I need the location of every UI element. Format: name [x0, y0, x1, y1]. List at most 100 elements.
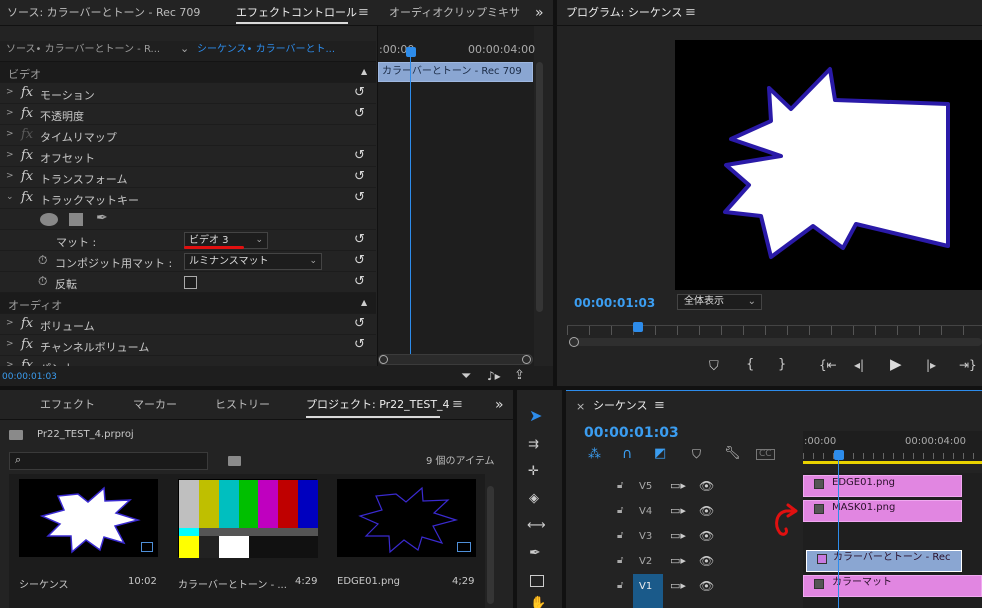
linked-selection-icon[interactable]: ◩ [654, 447, 666, 460]
panel-menu-icon[interactable]: ≡ [358, 0, 369, 26]
reverse-checkbox[interactable] [184, 276, 197, 289]
effect-row-time-remap[interactable]: > fx タイムリマップ [0, 125, 376, 146]
composite-matte-dropdown[interactable]: ルミナンスマット ⌄ [184, 253, 322, 270]
go-to-out-icon[interactable]: ⇥} [959, 359, 977, 371]
fx-icon[interactable]: fx [21, 316, 33, 331]
stopwatch-icon[interactable]: ⏱ [38, 275, 47, 287]
effect-row-transform[interactable]: > fx トランスフォーム ↺ [0, 167, 376, 188]
add-marker-icon[interactable]: ⛉ [709, 360, 719, 373]
reset-icon[interactable]: ↺ [354, 106, 365, 121]
lock-icon[interactable]: 🔓︎ [617, 556, 623, 566]
eye-icon[interactable]: 👁︎ [699, 580, 714, 592]
chevron-right-icon[interactable]: > [6, 150, 14, 160]
chevron-right-icon[interactable]: > [6, 339, 14, 349]
chevron-right-icon[interactable]: > [6, 129, 14, 139]
program-title[interactable]: プログラム: シーケンス [566, 0, 682, 26]
fx-icon[interactable]: fx [21, 190, 33, 205]
effect-row-opacity[interactable]: > fx 不透明度 ↺ [0, 104, 376, 125]
effect-row-offset[interactable]: > fx オフセット ↺ [0, 146, 376, 167]
pen-mask-icon[interactable]: ✒ [96, 211, 108, 225]
reset-icon[interactable]: ↺ [354, 169, 365, 184]
ripple-edit-tool-icon[interactable]: ✛ [528, 465, 539, 478]
tab-history[interactable]: ヒストリー [215, 392, 270, 418]
thumbnail-color-bars[interactable] [178, 479, 318, 558]
project-scrollbar[interactable] [487, 486, 494, 604]
thumbnail-edge01[interactable] [337, 479, 476, 557]
clip-color-matte[interactable]: カラーマット [803, 575, 982, 597]
track-label-v5[interactable]: V5 [639, 482, 652, 492]
ec-vertical-scrollbar[interactable] [536, 62, 543, 312]
ec-clip-bar[interactable]: カラーバーとトーン - Rec 709 [378, 62, 533, 82]
lock-icon[interactable]: 🔓︎ [617, 531, 623, 541]
timeline-playhead-handle[interactable] [834, 450, 844, 460]
film-icon[interactable]: ▭▸ [670, 505, 686, 516]
eye-icon[interactable]: 👁︎ [699, 530, 714, 542]
panel-menu-icon[interactable]: ≡ [654, 399, 665, 412]
panel-menu-icon[interactable]: ≡ [685, 0, 696, 26]
chevron-down-icon[interactable]: ⌄ [180, 43, 189, 54]
reset-icon[interactable]: ↺ [354, 148, 365, 163]
slip-tool-icon[interactable]: ⟷ [527, 519, 546, 532]
effect-row-motion[interactable]: > fx モーション ↺ [0, 83, 376, 104]
scroll-handle-right-icon[interactable] [522, 355, 531, 364]
tab-project[interactable]: プロジェクト: Pr22_TEST_4 [306, 392, 450, 418]
selection-tool-icon[interactable]: ➤ [529, 408, 542, 424]
clip-color-bars[interactable]: カラーバーとトーン - Rec [806, 550, 962, 572]
mark-out-icon[interactable]: } [778, 358, 786, 371]
tab-effects[interactable]: エフェクト [40, 392, 95, 418]
go-to-in-icon[interactable]: {⇤ [819, 359, 837, 371]
collapse-up-icon[interactable]: ▲ [361, 299, 367, 307]
reset-icon[interactable]: ↺ [354, 253, 365, 268]
track-label-v4[interactable]: V4 [639, 507, 652, 517]
tab-source[interactable]: ソース: カラーバーとトーン - Rec 709 [7, 0, 200, 26]
ec-horizontal-scrollbar[interactable] [378, 354, 533, 365]
play-icon[interactable]: ▶ [890, 357, 902, 372]
new-bin-from-search-icon[interactable] [228, 456, 241, 466]
lock-icon[interactable]: 🔓︎ [617, 506, 623, 516]
hand-tool-icon[interactable]: ✋ [530, 597, 546, 608]
export-icon[interactable]: ⇪ [514, 369, 525, 382]
eye-icon[interactable]: 👁︎ [699, 505, 714, 517]
collapse-up-icon[interactable]: ▲ [361, 68, 367, 76]
lock-icon[interactable]: 🔓︎ [617, 481, 623, 491]
reset-icon[interactable]: ↺ [354, 85, 365, 100]
fx-icon[interactable]: fx [21, 169, 33, 184]
chevron-down-icon[interactable]: ⌄ [6, 192, 14, 202]
captions-icon[interactable]: CC [756, 449, 775, 460]
reset-icon[interactable]: ↺ [354, 190, 365, 205]
stopwatch-icon[interactable]: ⏱ [38, 254, 47, 266]
program-scrollbar[interactable] [569, 338, 982, 346]
chevron-right-icon[interactable]: > [6, 87, 14, 97]
scroll-handle-left-icon[interactable] [379, 355, 388, 364]
project-search-input[interactable]: ⌕ [9, 452, 208, 470]
fx-icon[interactable]: fx [21, 106, 33, 121]
fx-icon[interactable]: fx [21, 85, 33, 100]
chevron-right-icon[interactable]: > [6, 318, 14, 328]
lock-icon[interactable]: 🔓︎ [617, 581, 623, 591]
tab-markers[interactable]: マーカー [133, 392, 177, 418]
track-label-v2[interactable]: V2 [639, 557, 652, 567]
reset-icon[interactable]: ↺ [354, 274, 365, 289]
panel-menu-icon[interactable]: ≡ [452, 392, 463, 418]
scroll-handle-left-icon[interactable] [569, 337, 579, 347]
clip-edge01[interactable]: EDGE01.png [803, 475, 962, 497]
chevron-right-icon[interactable]: > [6, 171, 14, 181]
sequence-tab[interactable]: シーケンス [593, 400, 647, 411]
nest-icon[interactable]: ⁂ [588, 448, 601, 461]
rectangle-tool-icon[interactable] [530, 575, 544, 587]
clip-mask01[interactable]: MASK01.png [803, 500, 962, 522]
effect-row-channel-volume[interactable]: > fx チャンネルボリューム ↺ [0, 335, 376, 356]
sequence-clip-selector[interactable]: シーケンス• カラーバーとト... [197, 45, 335, 55]
tab-audio-mixer[interactable]: オーディオクリップミキサ [389, 0, 520, 26]
reset-icon[interactable]: ↺ [354, 232, 365, 247]
ec-timecode[interactable]: 00:00:01:03 [2, 373, 57, 382]
snap-magnet-icon[interactable]: ∩ [622, 447, 632, 461]
program-timecode[interactable]: 00:00:01:03 [574, 297, 655, 309]
film-icon[interactable]: ▭▸ [670, 555, 686, 566]
eye-icon[interactable]: 👁︎ [699, 555, 714, 567]
ellipse-mask-icon[interactable] [40, 213, 58, 226]
program-playhead[interactable] [633, 322, 643, 332]
chevron-right-icon[interactable]: > [6, 108, 14, 118]
step-forward-icon[interactable]: |▸ [926, 359, 936, 371]
filter-icon[interactable]: ⏷ [461, 370, 471, 383]
